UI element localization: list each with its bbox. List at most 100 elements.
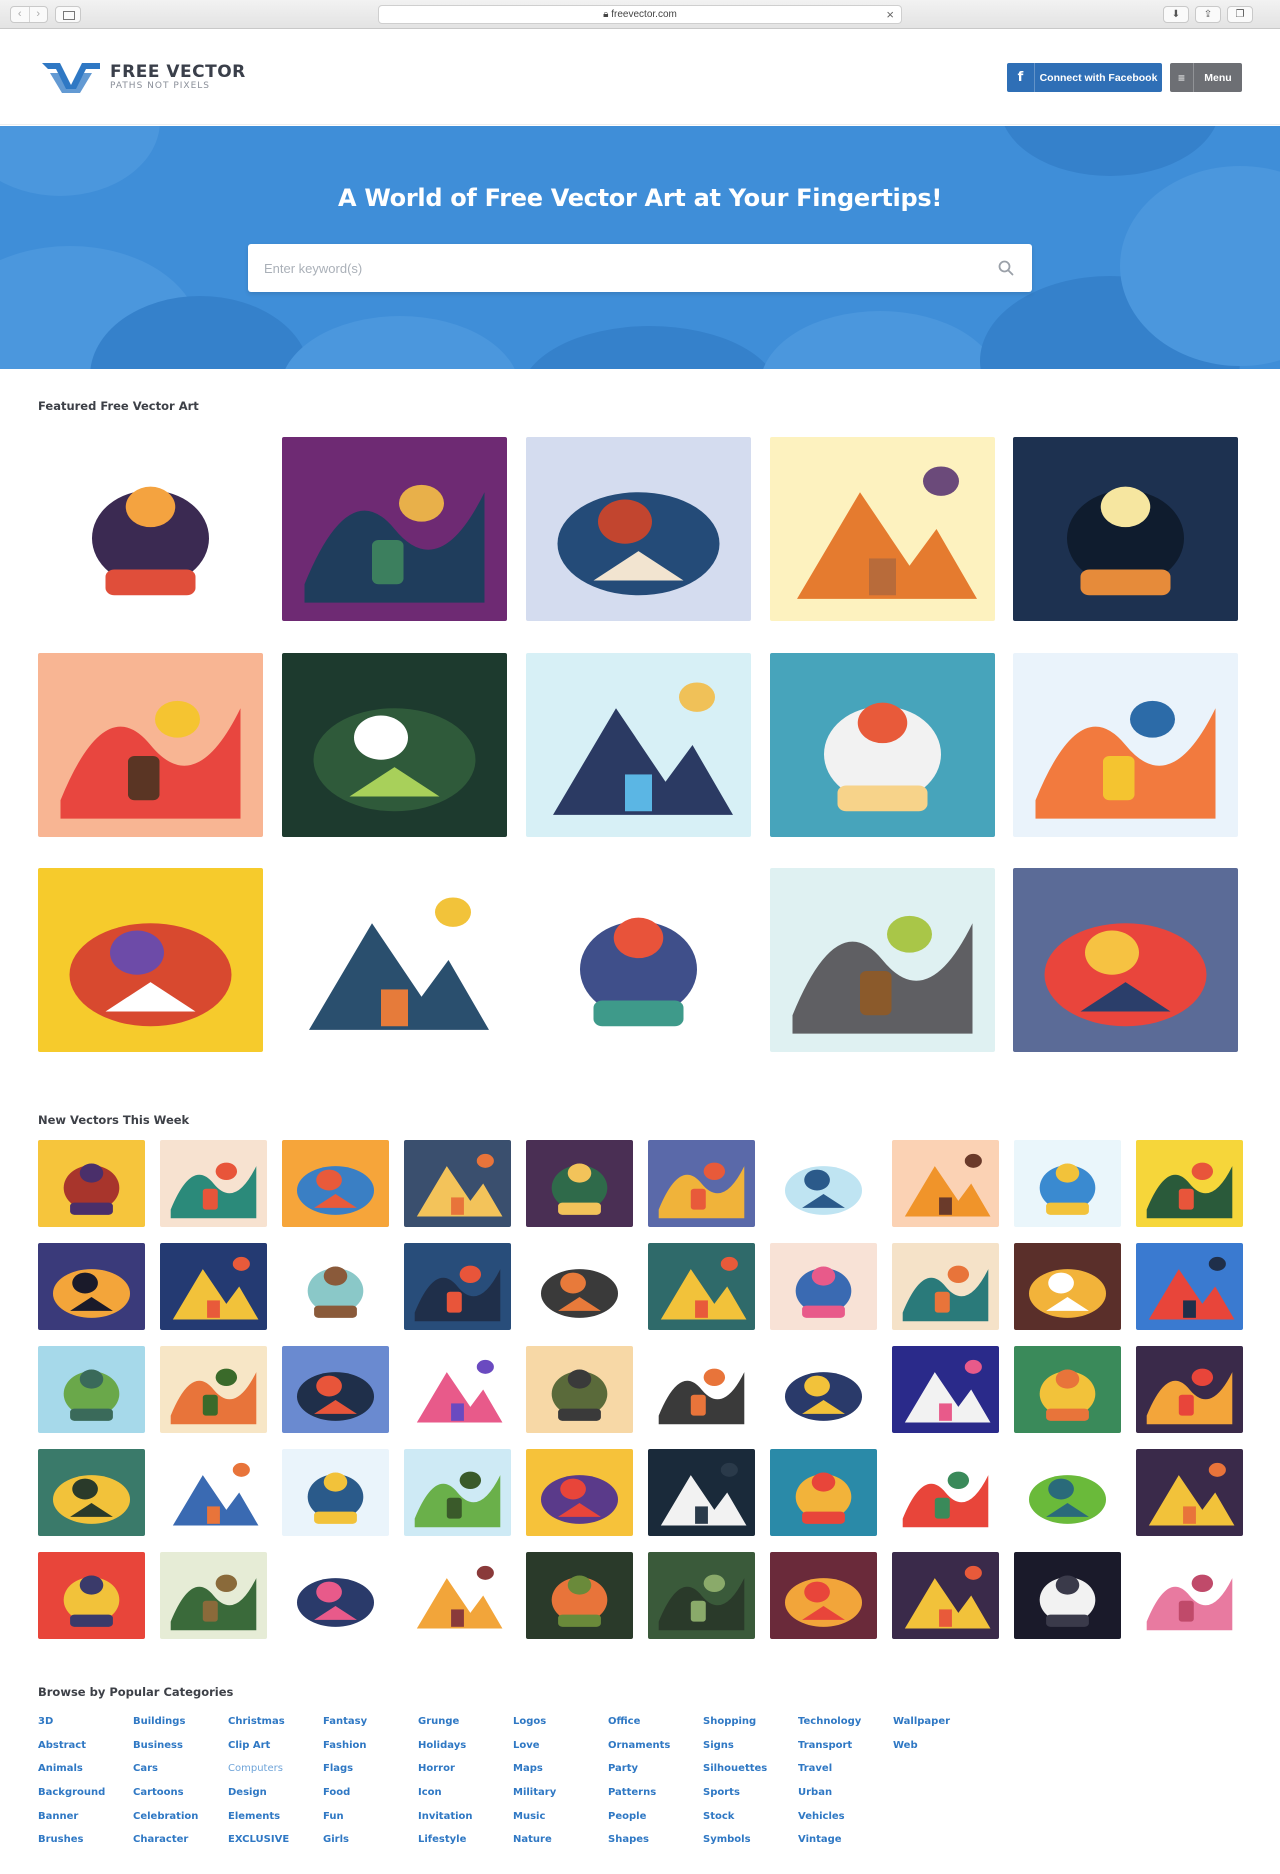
new-vector-thumbnail[interactable]: [892, 1140, 999, 1227]
category-link[interactable]: Horror: [418, 1762, 473, 1786]
back-icon[interactable]: ‹: [11, 7, 30, 22]
category-link[interactable]: Invitation: [418, 1810, 473, 1834]
new-vector-thumbnail[interactable]: [282, 1552, 389, 1639]
new-vector-thumbnail[interactable]: [1014, 1140, 1121, 1227]
category-link[interactable]: Logos: [513, 1715, 556, 1739]
category-link[interactable]: Cartoons: [133, 1786, 198, 1810]
new-vector-thumbnail[interactable]: [282, 1243, 389, 1330]
connect-facebook-button[interactable]: f Connect with Facebook: [1007, 63, 1162, 92]
new-vector-thumbnail[interactable]: [526, 1346, 633, 1433]
category-link[interactable]: Signs: [703, 1739, 767, 1763]
category-link[interactable]: Maps: [513, 1762, 556, 1786]
category-link[interactable]: Love: [513, 1739, 556, 1763]
category-link[interactable]: Music: [513, 1810, 556, 1834]
address-bar[interactable]: 🔒︎ freevector.com ×: [378, 5, 902, 24]
tabs-icon[interactable]: ❐: [1227, 6, 1253, 23]
category-link[interactable]: Stock: [703, 1810, 767, 1834]
featured-vector-thumbnail[interactable]: [282, 437, 507, 621]
category-link[interactable]: Flags: [323, 1762, 367, 1786]
new-vector-thumbnail[interactable]: [648, 1140, 755, 1227]
category-link[interactable]: Technology: [798, 1715, 861, 1739]
featured-vector-thumbnail[interactable]: [282, 868, 507, 1052]
new-vector-thumbnail[interactable]: [1014, 1552, 1121, 1639]
featured-vector-thumbnail[interactable]: [1013, 653, 1238, 837]
category-link[interactable]: Patterns: [608, 1786, 670, 1810]
featured-vector-thumbnail[interactable]: [770, 653, 995, 837]
featured-vector-thumbnail[interactable]: [38, 653, 263, 837]
new-vector-thumbnail[interactable]: [38, 1140, 145, 1227]
new-vector-thumbnail[interactable]: [282, 1449, 389, 1536]
category-link[interactable]: Urban: [798, 1786, 861, 1810]
category-link[interactable]: Icon: [418, 1786, 473, 1810]
category-link[interactable]: Design: [228, 1786, 289, 1810]
category-link[interactable]: 3D: [38, 1715, 105, 1739]
logo[interactable]: FREE VECTOR PATHS NOT PIXELS: [40, 59, 246, 95]
category-link[interactable]: Character: [133, 1833, 198, 1857]
featured-vector-thumbnail[interactable]: [38, 437, 263, 621]
new-vector-thumbnail[interactable]: [526, 1140, 633, 1227]
category-link[interactable]: EXCLUSIVE: [228, 1833, 289, 1857]
new-vector-thumbnail[interactable]: [1136, 1346, 1243, 1433]
new-vector-thumbnail[interactable]: [648, 1552, 755, 1639]
category-link[interactable]: People: [608, 1810, 670, 1834]
category-link[interactable]: Transport: [798, 1739, 861, 1763]
download-icon[interactable]: ⬇: [1163, 6, 1189, 23]
category-link[interactable]: Brushes: [38, 1833, 105, 1857]
category-link[interactable]: Fantasy: [323, 1715, 367, 1739]
new-vector-thumbnail[interactable]: [648, 1243, 755, 1330]
new-vector-thumbnail[interactable]: [526, 1552, 633, 1639]
new-vector-thumbnail[interactable]: [38, 1552, 145, 1639]
featured-vector-thumbnail[interactable]: [526, 653, 751, 837]
new-vector-thumbnail[interactable]: [1136, 1552, 1243, 1639]
category-link[interactable]: Web: [893, 1739, 950, 1763]
search-input[interactable]: [248, 244, 978, 292]
category-link[interactable]: Elements: [228, 1810, 289, 1834]
new-vector-thumbnail[interactable]: [38, 1346, 145, 1433]
new-vector-thumbnail[interactable]: [526, 1449, 633, 1536]
category-link[interactable]: Wallpaper: [893, 1715, 950, 1739]
new-vector-thumbnail[interactable]: [160, 1243, 267, 1330]
new-vector-thumbnail[interactable]: [1136, 1449, 1243, 1536]
new-vector-thumbnail[interactable]: [770, 1140, 877, 1227]
category-link[interactable]: Cars: [133, 1762, 198, 1786]
new-vector-thumbnail[interactable]: [1136, 1243, 1243, 1330]
category-link[interactable]: Fun: [323, 1810, 367, 1834]
new-vector-thumbnail[interactable]: [770, 1552, 877, 1639]
sidebar-toggle-icon[interactable]: [55, 6, 81, 23]
featured-vector-thumbnail[interactable]: [526, 437, 751, 621]
category-link[interactable]: Shopping: [703, 1715, 767, 1739]
new-vector-thumbnail[interactable]: [1014, 1449, 1121, 1536]
category-link[interactable]: Computers: [228, 1762, 289, 1786]
new-vector-thumbnail[interactable]: [892, 1346, 999, 1433]
category-link[interactable]: Animals: [38, 1762, 105, 1786]
new-vector-thumbnail[interactable]: [160, 1552, 267, 1639]
category-link[interactable]: Silhouettes: [703, 1762, 767, 1786]
featured-vector-thumbnail[interactable]: [770, 437, 995, 621]
category-link[interactable]: Buildings: [133, 1715, 198, 1739]
new-vector-thumbnail[interactable]: [404, 1140, 511, 1227]
category-link[interactable]: Party: [608, 1762, 670, 1786]
category-link[interactable]: Banner: [38, 1810, 105, 1834]
category-link[interactable]: Background: [38, 1786, 105, 1810]
new-vector-thumbnail[interactable]: [648, 1346, 755, 1433]
new-vector-thumbnail[interactable]: [1014, 1346, 1121, 1433]
featured-vector-thumbnail[interactable]: [1013, 868, 1238, 1052]
category-link[interactable]: Vintage: [798, 1833, 861, 1857]
category-link[interactable]: Clip Art: [228, 1739, 289, 1763]
category-link[interactable]: Holidays: [418, 1739, 473, 1763]
category-link[interactable]: Nature: [513, 1833, 556, 1857]
category-link[interactable]: Business: [133, 1739, 198, 1763]
new-vector-thumbnail[interactable]: [892, 1243, 999, 1330]
new-vector-thumbnail[interactable]: [282, 1140, 389, 1227]
category-link[interactable]: Grunge: [418, 1715, 473, 1739]
new-vector-thumbnail[interactable]: [1014, 1243, 1121, 1330]
category-link[interactable]: Food: [323, 1786, 367, 1810]
new-vector-thumbnail[interactable]: [160, 1346, 267, 1433]
category-link[interactable]: Travel: [798, 1762, 861, 1786]
category-link[interactable]: Ornaments: [608, 1739, 670, 1763]
new-vector-thumbnail[interactable]: [770, 1346, 877, 1433]
featured-vector-thumbnail[interactable]: [282, 653, 507, 837]
category-link[interactable]: Vehicles: [798, 1810, 861, 1834]
category-link[interactable]: Celebration: [133, 1810, 198, 1834]
new-vector-thumbnail[interactable]: [1136, 1140, 1243, 1227]
